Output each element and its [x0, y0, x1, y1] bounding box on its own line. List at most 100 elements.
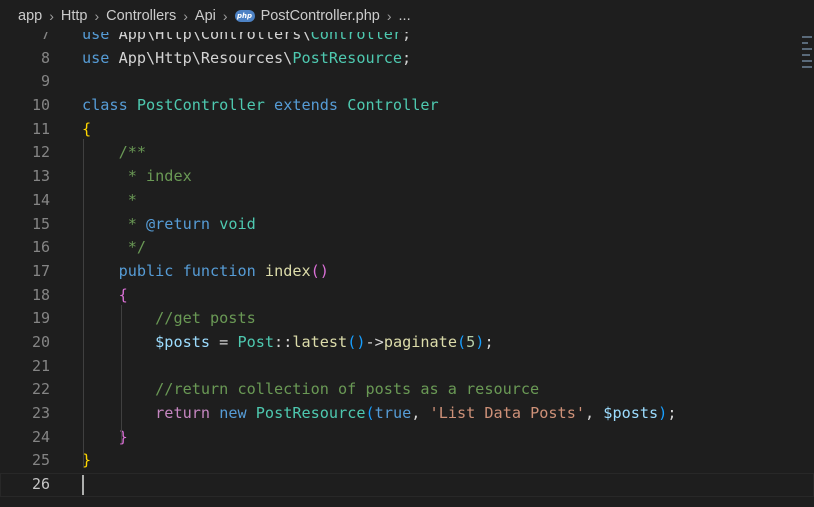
chevron-right-icon: › — [386, 8, 392, 24]
code-token: //return collection of posts as a resour… — [155, 380, 540, 399]
code-line[interactable]: 19 //get posts — [0, 307, 814, 331]
line-number: 13 — [31, 167, 50, 186]
code-line[interactable]: 15 * @return void — [0, 213, 814, 237]
code-token: @return — [146, 214, 211, 233]
code-token: () — [347, 332, 366, 351]
code-token: paginate — [383, 332, 457, 351]
line-content[interactable]: //get posts — [82, 307, 256, 331]
code-line[interactable]: 8 use App\Http\Resources\PostResource; — [0, 47, 814, 71]
breadcrumb-item-api[interactable]: Api — [195, 8, 216, 24]
code-token: $posts — [603, 404, 659, 422]
line-content[interactable]: */ — [82, 236, 146, 260]
breadcrumb: app › Http › Controllers › Api › php Pos… — [0, 0, 814, 32]
code-line[interactable]: 21 — [0, 355, 814, 379]
line-content[interactable]: * index — [82, 165, 192, 189]
line-content[interactable]: /** — [82, 141, 146, 165]
breadcrumb-item-symbols[interactable]: ... — [399, 8, 411, 24]
chevron-right-icon: › — [94, 8, 100, 24]
code-token: latest — [292, 332, 348, 351]
line-content[interactable]: $posts = Post::latest()->paginate(5); — [82, 331, 494, 355]
code-token: = — [210, 332, 238, 351]
code-line[interactable]: 13 * index — [0, 165, 814, 189]
code-token: $posts — [155, 332, 211, 351]
code-token: ; — [484, 332, 494, 351]
code-token: ) — [658, 404, 668, 422]
code-token: ( — [365, 404, 375, 422]
code-token: void — [219, 214, 256, 233]
indent-guide — [83, 139, 84, 467]
code-line[interactable]: 20 $posts = Post::latest()->paginate(5); — [0, 331, 814, 355]
line-content[interactable]: { — [82, 284, 128, 308]
code-line[interactable]: 16 */ — [0, 236, 814, 260]
breadcrumb-item-file[interactable]: PostController.php — [261, 8, 380, 24]
line-number: 23 — [31, 404, 50, 422]
code-token: App\Http\Resources\ — [109, 48, 293, 67]
code-line[interactable]: 9 — [0, 70, 814, 94]
text-cursor — [82, 475, 84, 496]
code-line[interactable]: 10 class PostController extends Controlle… — [0, 94, 814, 118]
code-token: -> — [365, 332, 384, 351]
code-token: { — [118, 285, 128, 304]
code-line[interactable]: 22 //return collection of posts as a res… — [0, 378, 814, 402]
line-number: 25 — [31, 451, 50, 470]
code-editor[interactable]: app › Http › Controllers › Api › php Pos… — [0, 0, 814, 507]
breadcrumb-item-http[interactable]: Http — [61, 8, 88, 24]
code-token: , — [585, 404, 604, 422]
breadcrumb-item-controllers[interactable]: Controllers — [106, 8, 176, 24]
code-token: * index — [118, 167, 192, 186]
code-line[interactable]: 14 * — [0, 189, 814, 213]
line-number: 18 — [31, 285, 50, 304]
code-line[interactable]: 17 public function index() — [0, 260, 814, 284]
line-content[interactable]: * — [82, 189, 137, 213]
code-line[interactable]: 11 { — [0, 118, 814, 142]
line-number: 17 — [31, 261, 50, 280]
chevron-right-icon: › — [183, 8, 188, 24]
line-number: 14 — [31, 190, 50, 209]
code-token: new — [219, 404, 247, 422]
code-line[interactable]: 23 return new PostResource(true, 'List D… — [0, 402, 814, 426]
code-area[interactable]: 7 use App\Http\Controllers\Controller; 8 us… — [0, 23, 814, 497]
line-number: 9 — [40, 72, 50, 91]
line-content[interactable]: use App\Http\Resources\PostResource; — [82, 47, 411, 71]
code-token: ; — [402, 48, 412, 67]
code-token: public — [118, 261, 174, 280]
line-number: 10 — [31, 96, 50, 115]
minimap[interactable] — [800, 32, 814, 82]
line-number: 19 — [31, 309, 50, 328]
line-content[interactable]: class PostController extends Controller — [82, 94, 439, 118]
code-token: :: — [274, 332, 293, 351]
code-token: /** — [118, 143, 147, 162]
code-line[interactable]: 25} — [0, 449, 814, 473]
code-token: PostResource — [255, 404, 366, 422]
line-content[interactable]: //return collection of posts as a resour… — [82, 378, 539, 402]
code-token: * — [118, 214, 147, 233]
line-content[interactable]: { — [82, 118, 91, 142]
line-content[interactable]: public function index() — [82, 260, 329, 284]
code-token: PostController — [136, 96, 265, 115]
line-number: 22 — [31, 380, 50, 399]
code-line[interactable]: 18 { — [0, 284, 814, 308]
line-content[interactable]: return new PostResource(true, 'List Data… — [82, 402, 676, 426]
code-line[interactable]: 26 — [0, 473, 814, 497]
code-token: { — [82, 119, 92, 138]
code-line[interactable]: 24 } — [0, 426, 814, 450]
code-token: 5 — [466, 332, 476, 351]
code-token: function — [182, 261, 256, 280]
code-token: , — [411, 404, 430, 422]
line-content[interactable]: * @return void — [82, 213, 256, 237]
breadcrumb-item-app[interactable]: app — [18, 8, 42, 24]
code-line[interactable]: 12 /** — [0, 141, 814, 165]
